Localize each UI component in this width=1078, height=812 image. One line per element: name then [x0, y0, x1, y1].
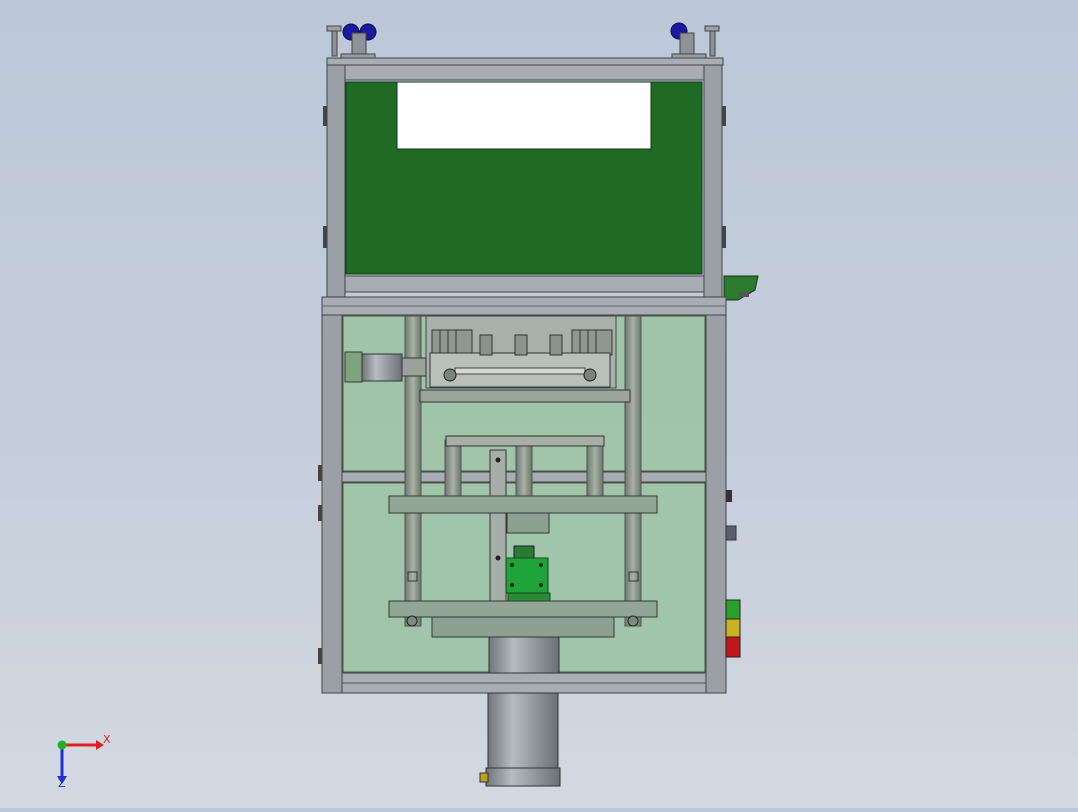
side-chute	[723, 275, 759, 301]
green-panel	[345, 81, 703, 275]
main-cylinder	[479, 636, 561, 787]
machine-assembly-drawing[interactable]	[0, 0, 1078, 808]
side-controls	[725, 490, 741, 658]
cad-viewport[interactable]	[0, 0, 1078, 808]
panel-window-opening	[396, 81, 652, 150]
stack-light-red	[725, 636, 741, 658]
middle-plate	[321, 296, 727, 316]
triad-z-label: Z	[58, 777, 66, 790]
stack-light-green	[725, 599, 741, 620]
stack-light-yellow	[725, 618, 741, 638]
caster-right	[670, 22, 720, 61]
y-axis-point	[57, 740, 67, 750]
triad-x-label: X	[103, 733, 111, 746]
caster-left	[326, 23, 377, 61]
